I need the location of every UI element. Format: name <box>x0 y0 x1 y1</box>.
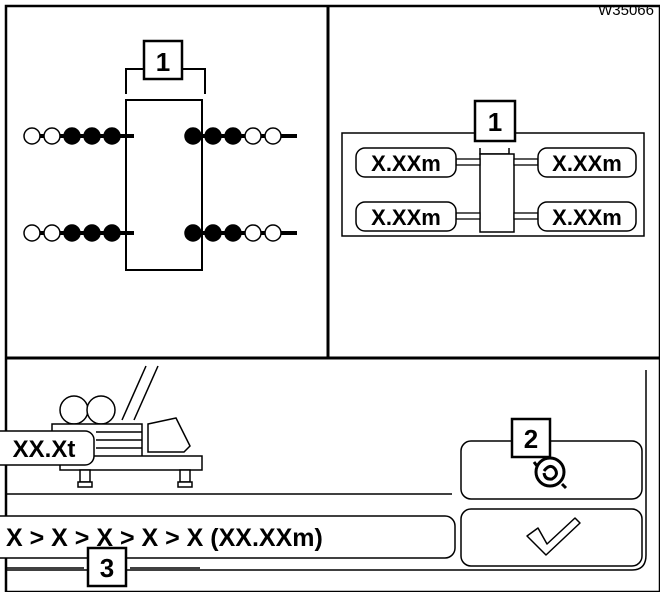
sequence-bar: X > X > X > X > X (XX.XXm) <box>0 515 456 559</box>
outrigger-pin <box>264 127 282 145</box>
length-rear-right: X.XXm <box>537 201 637 232</box>
outrigger-pin <box>224 127 242 145</box>
outrigger-pin <box>224 224 242 242</box>
callout-2-label: 2 <box>524 424 538 454</box>
length-rear-right-text: X.XXm <box>552 205 622 230</box>
outrigger-pin <box>43 224 61 242</box>
outrigger-pin <box>63 224 81 242</box>
outrigger-pin <box>264 224 282 242</box>
outrigger-pin <box>83 224 101 242</box>
callout-1b-label: 1 <box>488 107 502 137</box>
length-front-left-text: X.XXm <box>371 151 441 176</box>
outrigger-pin <box>103 127 121 145</box>
callout-3-label: 3 <box>100 553 114 583</box>
frame <box>4 4 660 592</box>
outrigger-pin <box>23 127 41 145</box>
sequence-text: X > X > X > X > X (XX.XXm) <box>6 524 323 552</box>
bottom-panel: XX.Xt 2 X > X > X > X > X (XX.XXm) 3 <box>0 365 647 588</box>
outrigger-pin <box>43 127 61 145</box>
carrier-body <box>125 99 203 271</box>
crane-illustration <box>51 365 203 488</box>
load-indicator: XX.Xt <box>0 430 95 466</box>
length-rear-left-text: X.XXm <box>371 205 441 230</box>
carrier-mini <box>479 153 515 233</box>
outrigger-pin <box>184 127 202 145</box>
settings-button[interactable] <box>460 440 643 500</box>
outrigger-pin <box>244 127 262 145</box>
load-text: XX.Xt <box>13 436 76 463</box>
top-left-panel: 1 <box>23 39 297 271</box>
outrigger-pin <box>103 224 121 242</box>
confirm-button[interactable] <box>460 508 643 567</box>
top-right-panel: 1 X.XXm X.XXm X.XXm X.XXm <box>341 99 645 237</box>
outrigger-pin <box>244 224 262 242</box>
callout-1-label: 1 <box>156 47 170 77</box>
length-rear-left: X.XXm <box>355 201 457 232</box>
outrigger-pin <box>204 127 222 145</box>
outrigger-pin <box>184 224 202 242</box>
length-front-right-text: X.XXm <box>552 151 622 176</box>
length-front-right: X.XXm <box>537 147 637 178</box>
length-front-left: X.XXm <box>355 147 457 178</box>
diagram-canvas: 1 1 X.XXm X.XXm X.XXm X.XXm XX.Xt 2 X > … <box>0 4 660 592</box>
outrigger-pin <box>63 127 81 145</box>
outrigger-pin <box>204 224 222 242</box>
outrigger-pin <box>83 127 101 145</box>
outrigger-pin <box>23 224 41 242</box>
